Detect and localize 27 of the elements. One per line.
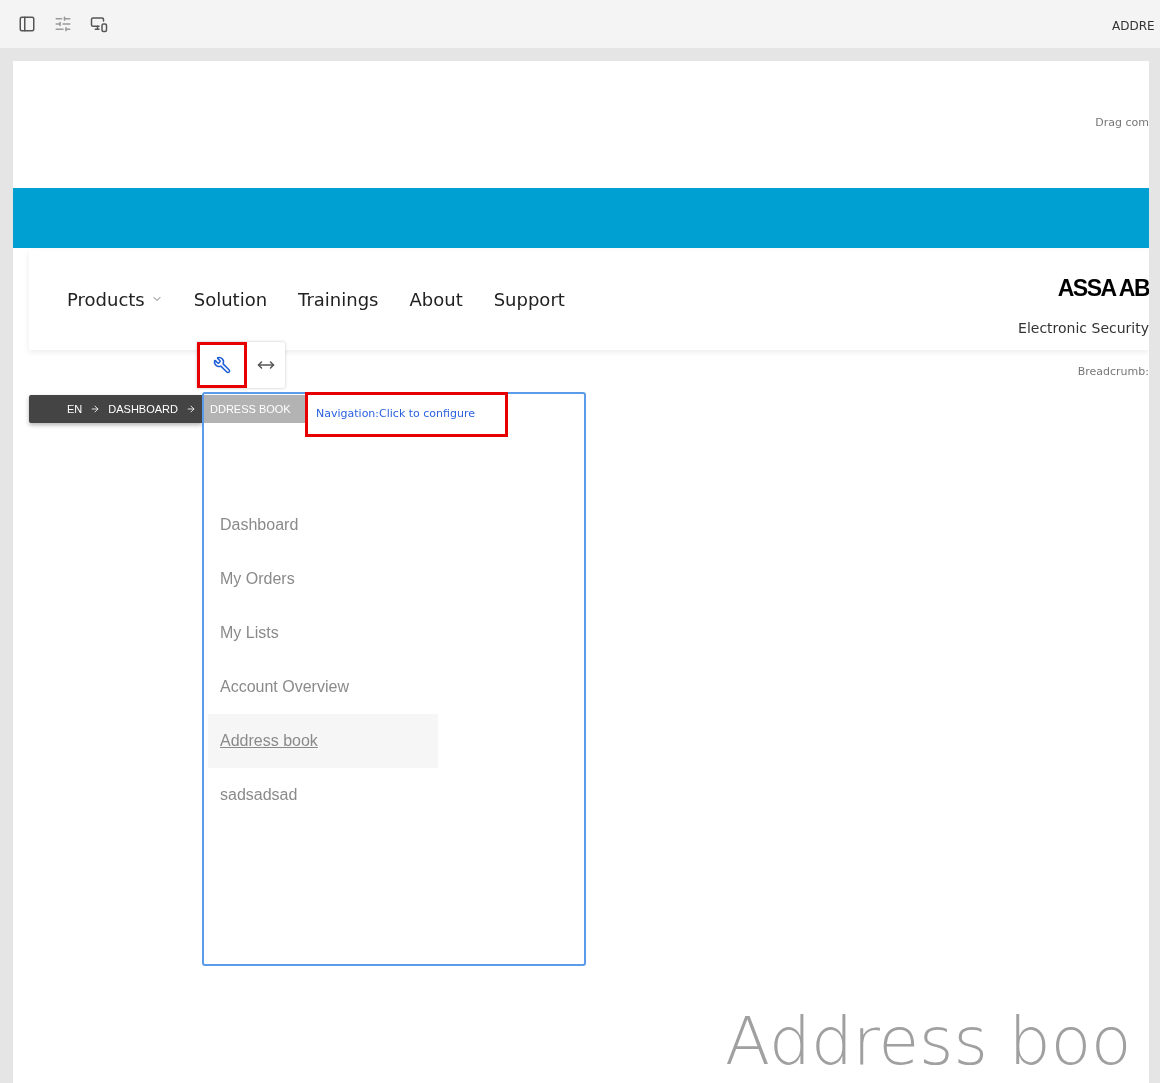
- drop-hint: Drag com: [1095, 115, 1149, 131]
- nav-link[interactable]: Trainings: [298, 285, 379, 313]
- logo[interactable]: ASSA AB: [1057, 271, 1149, 306]
- menu-item[interactable]: My Lists: [208, 606, 438, 660]
- arrow-icon: [185, 404, 196, 414]
- wrench-icon: [213, 356, 231, 374]
- configure-link[interactable]: Navigation:Click to configure: [305, 392, 508, 437]
- page-title: ADDRE: [1112, 18, 1155, 35]
- nav-link[interactable]: Solution: [193, 285, 268, 313]
- side-panel-icon[interactable]: [18, 15, 36, 33]
- breadcrumb-hint: Breadcrumb:: [1077, 364, 1149, 380]
- tagline: Electronic Security: [1018, 318, 1149, 338]
- configure-button[interactable]: [197, 342, 247, 388]
- nav-link[interactable]: About: [409, 285, 463, 313]
- devices-icon[interactable]: [90, 15, 108, 33]
- arrow-icon: [90, 404, 101, 414]
- menu-item[interactable]: Dashboard: [208, 498, 438, 552]
- breadcrumb-link[interactable]: EN: [67, 400, 83, 418]
- sliders-icon[interactable]: [54, 15, 72, 33]
- nav-link[interactable]: Products: [67, 285, 163, 313]
- breadcrumb-link[interactable]: DASHBOARD: [108, 400, 178, 418]
- page-heading: Address boo: [725, 1003, 1132, 1080]
- navigation-panel[interactable]: DDRESS BOOK Navigation:Click to configure Dashboard My Orders My Lists Account Overview Address book sadsadsad: [202, 392, 586, 966]
- menu-item[interactable]: sadsadsad: [208, 768, 438, 822]
- menu-item[interactable]: My Orders: [208, 552, 438, 606]
- nav-link[interactable]: Support: [493, 285, 565, 313]
- menu-item[interactable]: Account Overview: [208, 660, 438, 714]
